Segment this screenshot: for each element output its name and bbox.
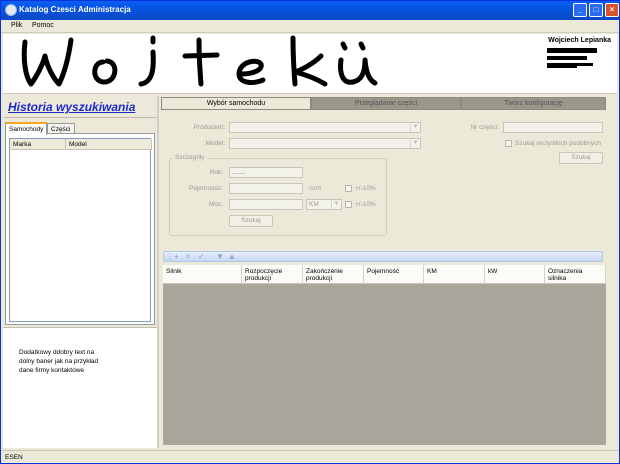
chevron-down-icon: ▼	[410, 123, 420, 132]
car-selection-form: Producent: ▼ Model: ▼ Nr części: Szukaj …	[159, 111, 609, 247]
window-title: Katalog Czesci Administracja	[19, 5, 131, 14]
engine-grid[interactable]: Silnik Rozpoczęcie produkcji Zakończenie…	[163, 265, 606, 445]
chevron-down-icon: ▼	[331, 200, 341, 209]
status-bar: ESEN	[1, 450, 619, 463]
chevron-down-icon: ▼	[410, 139, 420, 148]
details-title: Szczegóły	[173, 154, 207, 161]
model-select[interactable]: ▼	[229, 138, 421, 149]
nr-czesci-input[interactable]	[503, 122, 603, 133]
column-header-km[interactable]: KM	[424, 265, 485, 284]
all-subsets-checkbox[interactable]	[505, 140, 512, 147]
info-box: Dodatkowy ddobry text na dolny baner jak…	[3, 327, 157, 448]
minimize-button[interactable]: _	[573, 3, 587, 17]
app-icon	[5, 4, 17, 16]
move-down-icon[interactable]: ▼	[216, 252, 224, 262]
menu-pomoc[interactable]: Pomoc	[32, 22, 54, 29]
status-text: ESEN	[5, 454, 23, 461]
pojemnosc-unit: ccm	[309, 185, 321, 192]
model-label: Model:	[205, 140, 225, 147]
all-subsets-label: Szukaj wszystkich podobnych	[515, 140, 601, 147]
column-header-marka[interactable]: Marka	[10, 139, 66, 150]
delete-icon[interactable]: ×	[186, 252, 191, 262]
moc-tolerance-label: +/-10%	[355, 201, 376, 208]
grid-toolbar: ⋮ + × ✓ ▼ ▲	[163, 251, 603, 262]
moc-unit-select[interactable]: KM ▼	[306, 199, 342, 210]
add-icon[interactable]: +	[174, 252, 179, 262]
column-header-pojemnosc[interactable]: Pojemność	[364, 265, 424, 284]
column-header-silnik[interactable]: Silnik	[163, 265, 242, 284]
tab-wybor-samochodu[interactable]: Wybór samochodu	[161, 97, 311, 110]
main-window: Katalog Czesci Administracja _ □ × Plik …	[0, 0, 620, 464]
title-bar[interactable]: Katalog Czesci Administracja _ □ ×	[1, 1, 619, 20]
maximize-button[interactable]: □	[589, 3, 603, 17]
menu-plik[interactable]: Plik	[11, 22, 22, 29]
nr-czesci-label: Nr części:	[470, 124, 499, 131]
moc-unit-value: KM	[309, 201, 319, 208]
pojemnosc-label: Pojemność:	[189, 185, 223, 192]
search-part-button[interactable]: Szukaj	[559, 152, 603, 164]
history-list[interactable]: Marka Model	[9, 138, 152, 322]
pojemnosc-tolerance-label: +/-10%	[355, 185, 376, 192]
moc-tolerance-checkbox[interactable]	[345, 201, 352, 208]
header-banner: Wojciech Lepianka	[3, 34, 617, 94]
redacted-line	[547, 56, 587, 60]
redacted-line	[547, 48, 597, 53]
producent-label: Producent:	[193, 124, 225, 131]
menu-bar: Plik Pomoc	[1, 20, 619, 33]
main-tabs: Wybór samochodu Przeglądanie części Twór…	[159, 97, 607, 111]
history-tab-panel: Marka Model	[5, 133, 155, 325]
close-button[interactable]: ×	[605, 3, 619, 17]
handwritten-logo	[21, 35, 378, 87]
redacted-line	[577, 63, 593, 66]
divider	[3, 117, 157, 118]
column-header-rozpoczecie[interactable]: Rozpoczęcie produkcji	[242, 265, 303, 284]
moc-input[interactable]	[229, 199, 303, 210]
pojemnosc-input[interactable]	[229, 183, 303, 194]
tab-tworz-konfiguracje[interactable]: Twórz konfigurację	[461, 97, 606, 110]
rok-label: Rok:	[209, 169, 223, 176]
tab-samochody[interactable]: Samochody	[5, 122, 48, 135]
pojemnosc-tolerance-checkbox[interactable]	[345, 185, 352, 192]
edit-icon[interactable]: ✓	[198, 252, 205, 262]
rok-input[interactable]: ____	[229, 167, 303, 178]
search-car-button[interactable]: Szukaj	[229, 215, 273, 227]
author-name: Wojciech Lepianka	[548, 37, 611, 44]
column-header-zakonczenie[interactable]: Zakończenie produkcji	[303, 265, 364, 284]
moc-label: Moc:	[208, 201, 223, 208]
column-header-oznaczenia[interactable]: Oznaczenia silnika	[545, 265, 606, 284]
column-header-model[interactable]: Model	[66, 139, 152, 150]
grip-icon: ⋮	[166, 252, 174, 261]
producent-select[interactable]: ▼	[229, 122, 421, 133]
history-title: Historia wyszukiwania	[8, 100, 136, 114]
column-header-kw[interactable]: kW	[485, 265, 545, 284]
tab-przegladanie-czesci[interactable]: Przeglądanie części	[311, 97, 461, 110]
info-text: Dodatkowy ddobry text na dolny baner jak…	[19, 349, 99, 374]
redacted-line	[547, 63, 577, 68]
move-up-icon[interactable]: ▲	[228, 252, 236, 262]
